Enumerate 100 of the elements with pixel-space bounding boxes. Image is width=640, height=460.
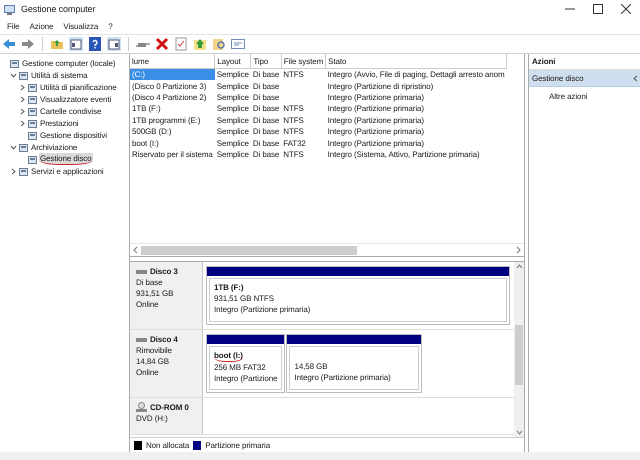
window-title: Gestione computer <box>21 3 96 15</box>
table-cell: NTFS <box>281 68 326 80</box>
table-cell-text: (Disco 4 Partizione 2) <box>131 92 208 104</box>
column-header[interactable]: Stato <box>326 54 507 68</box>
disk-name[interactable]: Disco 4 <box>150 334 178 345</box>
tree-node-icon <box>28 94 37 104</box>
console-tree-icon[interactable] <box>69 37 83 51</box>
back-arrow-icon[interactable] <box>2 37 16 51</box>
up-arrow-icon[interactable] <box>193 37 207 51</box>
checklist-icon[interactable] <box>174 37 188 51</box>
collapsed-chevron-icon[interactable] <box>10 168 16 174</box>
tree-item[interactable]: Gestione disco <box>39 153 93 165</box>
disk-name[interactable]: Disco 3 <box>150 266 178 277</box>
disk-info: DVD (H:) <box>136 413 169 424</box>
tree-item[interactable]: Gestione dispositivi <box>39 130 108 140</box>
collapsed-chevron-icon[interactable] <box>18 84 26 90</box>
scroll-up-icon[interactable] <box>516 264 522 269</box>
optical-drive-icon <box>136 402 147 413</box>
menu-item[interactable]: Azione <box>24 20 58 32</box>
tree-node-icon <box>28 154 37 164</box>
vertical-scrollbar[interactable] <box>514 262 524 437</box>
disk-info: 931,51 GB <box>136 288 174 299</box>
column-header[interactable]: File system <box>281 54 326 68</box>
table-cell-text: NTFS <box>282 148 305 160</box>
tree-item[interactable]: Utilità di pianificazione <box>39 82 118 92</box>
tree-item[interactable]: Archiviazione <box>30 142 78 152</box>
collapsed-chevron-icon[interactable] <box>18 108 26 114</box>
table-cell-text: Integro (Sistema, Attivo, Partizione primaria) <box>326 148 481 160</box>
tree-item[interactable]: Prestazioni <box>39 118 80 128</box>
table-cell-text: boot (I:) <box>131 138 160 149</box>
disk-name[interactable]: CD-ROM 0 <box>150 402 189 413</box>
disk-drive-icon <box>136 268 147 274</box>
tree-item[interactable]: Gestione computer (locale) <box>21 58 116 68</box>
pane-icon[interactable] <box>107 37 121 51</box>
column-header[interactable]: Layout <box>214 54 251 68</box>
table-cell: Integro (Avvio, File di paging, Dettagli arresto anom <box>326 68 507 80</box>
table-cell-text: Integro (Partizione primaria) <box>326 92 425 104</box>
disk-info: Di base <box>136 277 164 288</box>
delete-icon[interactable] <box>155 37 169 51</box>
maximize-icon[interactable] <box>593 4 603 14</box>
disk-info: 14,84 GB <box>136 356 170 367</box>
table-cell-text: (Disco 0 Partizione 3) <box>131 80 208 92</box>
partition-block[interactable]: 1TB (F:) 931,51 GB NTFS Integro (Partizione primaria) <box>206 266 510 325</box>
expanded-chevron-icon[interactable] <box>10 144 16 150</box>
disk-drive-icon <box>136 336 147 342</box>
properties-icon[interactable] <box>231 37 245 51</box>
forward-arrow-icon[interactable] <box>21 37 35 51</box>
table-cell-text: Di base <box>252 103 280 115</box>
table-cell-text: Integro (Partizione primaria) <box>326 126 425 138</box>
scroll-left-icon[interactable] <box>133 246 139 254</box>
partition-block[interactable]: boot (I:) 256 MB FAT32 Integro (Partizione <box>206 334 286 393</box>
tree-item[interactable]: Visualizzatore eventi <box>39 94 112 104</box>
table-cell-text: NTFS <box>282 126 305 138</box>
menu-item[interactable]: File <box>2 20 24 32</box>
app-icon <box>3 2 16 16</box>
table-cell-text: Semplice <box>216 80 250 92</box>
partition-block[interactable]: 14,58 GB Integro (Partizione primaria) <box>286 334 422 393</box>
table-cell-text: 1TB (F:) <box>131 103 162 115</box>
actions-section-header[interactable]: Gestione disco <box>529 70 640 87</box>
scroll-right-icon[interactable] <box>515 246 521 254</box>
table-cell: Semplice <box>214 68 251 80</box>
partition-title: boot (I:) <box>214 350 243 362</box>
table-cell-text: Di base <box>252 114 280 126</box>
table-cell-text: Integro (Partizione primaria) <box>326 138 425 149</box>
table-cell-text: Di base <box>252 126 280 138</box>
table-cell-text: Semplice <box>216 92 250 104</box>
tree-item[interactable]: Servizi e applicazioni <box>30 166 105 176</box>
partition-info: 931,51 GB NTFS <box>214 293 275 304</box>
partition-info: Integro (Partizione <box>214 373 278 384</box>
scroll-down-icon[interactable] <box>516 430 522 435</box>
tree-item[interactable]: Cartelle condivise <box>39 106 102 116</box>
folder-up-icon[interactable] <box>50 37 64 51</box>
table-cell-text: NTFS <box>282 114 305 126</box>
table-cell-text: Semplice <box>216 126 250 138</box>
table-cell-text: Semplice <box>216 138 250 149</box>
partition-info: Integro (Partizione primaria) <box>214 304 312 315</box>
search-icon[interactable] <box>212 37 226 51</box>
close-icon[interactable] <box>621 4 631 14</box>
tree-node-icon <box>19 70 28 80</box>
help-icon[interactable] <box>88 37 102 51</box>
horizontal-scrollbar[interactable] <box>130 243 524 256</box>
disk-info: Online <box>136 367 160 378</box>
column-header[interactable]: Tipo <box>250 54 282 68</box>
collapsed-chevron-icon[interactable] <box>18 96 26 102</box>
menu-item[interactable]: Visualizza <box>58 20 104 32</box>
collapsed-chevron-icon[interactable] <box>18 120 26 126</box>
menu-item[interactable]: ? <box>103 20 118 32</box>
table-cell: Di base <box>250 68 282 80</box>
partition-title: 1TB (F:) <box>214 282 244 293</box>
table-cell-text: Di base <box>252 92 280 104</box>
action-link[interactable]: Altre azioni <box>529 87 640 103</box>
tree-node-icon <box>10 58 19 68</box>
tree-node-icon <box>28 118 37 128</box>
partition-info: 256 MB FAT32 <box>214 362 267 373</box>
legend-label: Non allocata <box>146 440 190 450</box>
table-cell-text: Di base <box>252 138 280 149</box>
expanded-chevron-icon[interactable] <box>10 72 16 78</box>
table-cell-text: Integro (Partizione primaria) <box>326 114 425 126</box>
table-cell-text: Di base <box>252 80 280 92</box>
tree-item[interactable]: Utilità di sistema <box>30 70 88 80</box>
